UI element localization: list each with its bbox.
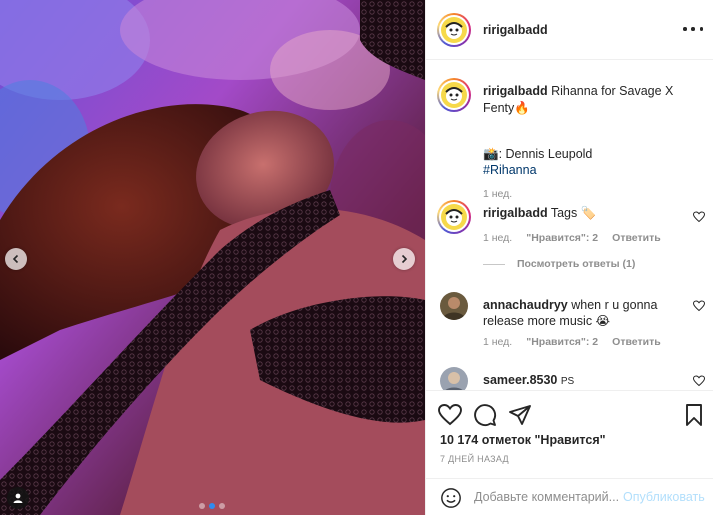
avatar[interactable]: [440, 292, 468, 320]
comment-likes[interactable]: "Нравится": 2: [526, 232, 598, 244]
comment-text: ririgalbadd Tags 🏷️: [483, 205, 675, 221]
chevron-left-icon: [12, 254, 19, 264]
user-tags-button[interactable]: [7, 487, 29, 509]
instagram-post-modal: ririgalbadd ririgalbadd Rihanna for Sava…: [0, 0, 713, 515]
avatar[interactable]: [437, 200, 471, 234]
carousel-dot: [219, 503, 225, 509]
comments-list[interactable]: ririgalbadd Rihanna for Savage X Fenty🔥 …: [426, 60, 713, 390]
caption-time[interactable]: 1 нед.: [483, 188, 512, 200]
comment-likes[interactable]: "Нравится": 2: [526, 336, 598, 348]
heart-icon[interactable]: [693, 300, 705, 312]
heart-icon[interactable]: [693, 375, 705, 387]
avatar[interactable]: [440, 367, 468, 390]
comment-text: annachaudryy when r u gonna release more…: [483, 297, 675, 329]
ellipsis-icon[interactable]: [683, 22, 703, 36]
comment-input[interactable]: [474, 488, 624, 506]
reply-button[interactable]: Ответить: [612, 336, 661, 348]
post-side-panel: ririgalbadd ririgalbadd Rihanna for Sava…: [425, 0, 713, 515]
comment-icon[interactable]: [473, 403, 497, 427]
comment-meta: 1 нед. "Нравится": 2 Ответить: [483, 232, 661, 244]
caption-credit: 📸: Dennis Leupold #Rihanna: [483, 146, 592, 178]
caption-text: ririgalbadd Rihanna for Savage X Fenty🔥: [483, 83, 688, 117]
avatar-cartoon-icon: [445, 22, 463, 39]
carousel-next-button[interactable]: [393, 248, 415, 270]
comment-text: sameer.8530 PS: [483, 372, 675, 390]
comment-username[interactable]: annachaudryy: [483, 298, 568, 312]
avatar-cartoon-icon: [445, 87, 463, 104]
caption-credit-text: 📸: Dennis Leupold: [483, 147, 593, 161]
chevron-right-icon: [401, 254, 408, 264]
header-username[interactable]: ririgalbadd: [483, 23, 548, 37]
carousel-prev-button[interactable]: [5, 248, 27, 270]
caption-username[interactable]: ririgalbadd: [483, 84, 548, 98]
likes-count[interactable]: 10 174 отметок "Нравится": [440, 433, 606, 447]
post-actions: 10 174 отметок "Нравится" 7 ДНЕЙ НАЗАД: [426, 390, 713, 478]
comment-username[interactable]: sameer.8530: [483, 373, 557, 387]
hashtag-link[interactable]: #Rihanna: [483, 162, 592, 178]
carousel-indicator: [199, 503, 225, 509]
publish-button[interactable]: Опубликовать: [623, 490, 705, 504]
comment-body: PS: [560, 376, 575, 387]
view-replies-label: Посмотреть ответы (1): [517, 258, 636, 270]
divider: [483, 263, 505, 265]
heart-icon[interactable]: [438, 403, 462, 427]
comment-time[interactable]: 1 нед.: [483, 336, 512, 348]
bookmark-icon[interactable]: [682, 403, 706, 427]
post-media[interactable]: [0, 0, 425, 515]
heart-icon[interactable]: [693, 211, 705, 223]
avatar-cartoon-icon: [445, 209, 463, 226]
comment-meta: 1 нед. "Нравится": 2 Ответить: [483, 336, 661, 348]
carousel-dot: [199, 503, 205, 509]
post-date[interactable]: 7 ДНЕЙ НАЗАД: [440, 454, 509, 464]
emoji-icon[interactable]: [440, 487, 462, 509]
avatar-photo-icon: [440, 367, 468, 390]
avatar[interactable]: [437, 13, 471, 47]
comment-time[interactable]: 1 нед.: [483, 232, 512, 244]
carousel-dot-active: [209, 503, 215, 509]
user-tag-icon: [13, 493, 23, 503]
avatar[interactable]: [437, 78, 471, 112]
avatar-photo-icon: [440, 292, 468, 320]
reply-button[interactable]: Ответить: [612, 232, 661, 244]
comment-body: Tags 🏷️: [550, 206, 597, 220]
view-replies-button[interactable]: Посмотреть ответы (1): [483, 258, 635, 270]
add-comment-bar: Опубликовать: [426, 478, 713, 515]
post-header: ririgalbadd: [426, 0, 713, 60]
share-icon[interactable]: [508, 403, 532, 427]
post-photo: [0, 0, 425, 515]
comment-username[interactable]: ririgalbadd: [483, 206, 548, 220]
